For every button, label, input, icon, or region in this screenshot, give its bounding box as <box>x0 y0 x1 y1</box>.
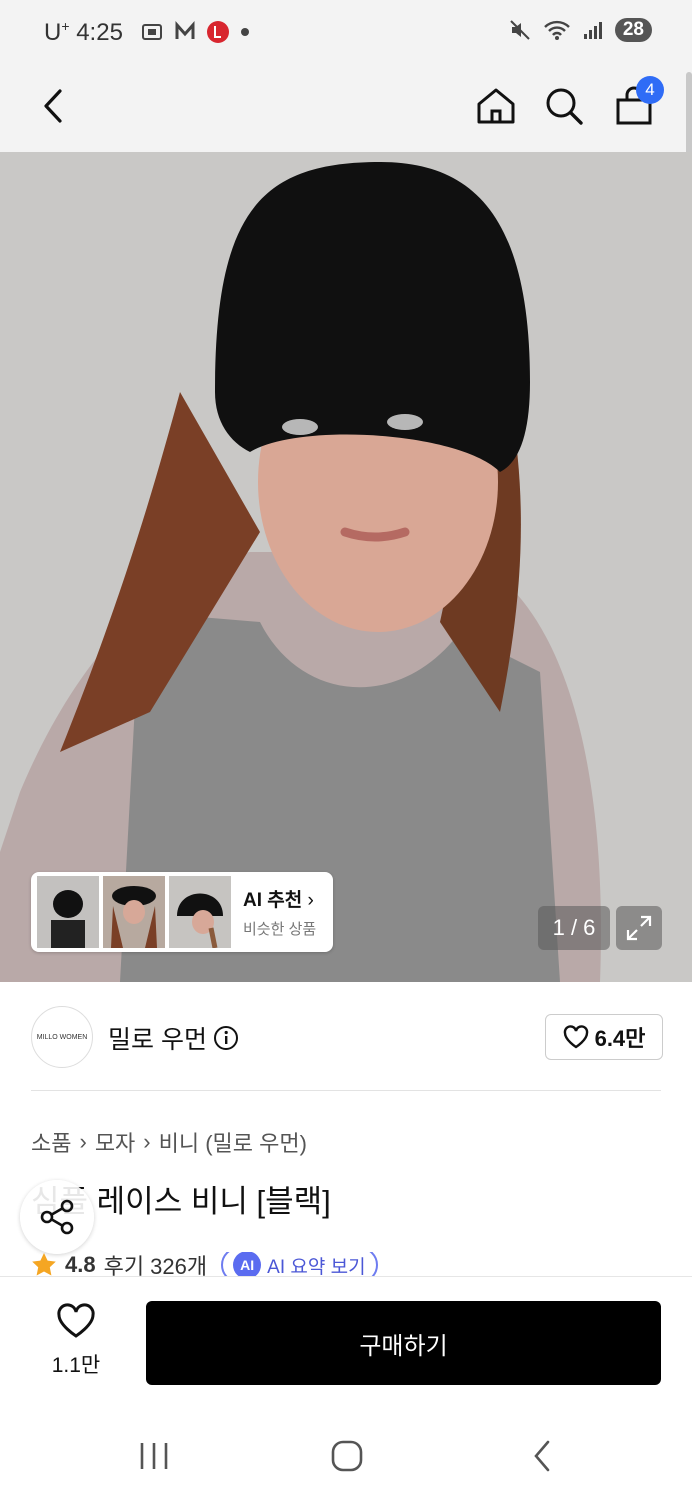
expand-icon <box>626 915 652 941</box>
back-button[interactable] <box>30 82 78 130</box>
product-photo <box>0 152 692 982</box>
brand-logo-text: MILLO WOMEN <box>36 1033 88 1041</box>
chevron-left-icon <box>534 1440 550 1472</box>
breadcrumb-item[interactable]: 모자 <box>95 1126 135 1158</box>
share-icon <box>40 1199 74 1235</box>
dot-icon <box>241 28 249 36</box>
status-right-icons: 28 <box>509 18 652 42</box>
star-icon <box>32 1253 56 1276</box>
status-time: U+ 4:25 <box>44 18 123 47</box>
ai-recommend-title: AI 추천 › <box>243 885 316 912</box>
review-count[interactable]: 후기 326개 <box>104 1252 208 1278</box>
wishlist-button[interactable]: 1.1만 <box>48 1303 104 1379</box>
recent-apps-button[interactable] <box>134 1436 174 1476</box>
brand-link[interactable]: 밀로 우먼 <box>108 1020 239 1056</box>
heart-icon <box>563 1025 588 1049</box>
rating-value: 4.8 <box>65 1252 96 1277</box>
brand-name: 밀로 우먼 <box>108 1026 207 1054</box>
expand-button[interactable] <box>616 906 662 950</box>
cart-count-badge: 4 <box>636 76 664 104</box>
bottom-action-bar: 1.1만 구매하기 <box>0 1276 692 1409</box>
carrier-label: U <box>44 19 62 46</box>
system-nav-bar <box>0 1408 692 1500</box>
home-icon <box>477 88 515 124</box>
cart-button[interactable]: 4 <box>610 76 664 130</box>
divider <box>31 1090 661 1091</box>
breadcrumb-item[interactable]: 소품 <box>31 1126 71 1158</box>
reco-thumb-1[interactable] <box>37 876 99 948</box>
rating-row[interactable]: 4.8 후기 326개 AI AI 요약 보기 <box>31 1252 378 1278</box>
product-image[interactable] <box>0 152 692 982</box>
battery-level: 28 <box>614 18 652 42</box>
reco-thumb-2[interactable] <box>103 876 165 948</box>
home-circle-icon <box>331 1440 363 1472</box>
share-button[interactable] <box>20 1180 94 1254</box>
carrier-sup: + <box>61 18 70 34</box>
recent-apps-icon <box>140 1443 168 1469</box>
search-button[interactable] <box>540 82 588 130</box>
breadcrumb: 소품 › 모자 › 비니 (밀로 우먼) <box>31 1126 307 1158</box>
mute-icon <box>510 20 530 40</box>
clock: 4:25 <box>76 19 123 46</box>
back-nav-button[interactable] <box>522 1436 562 1476</box>
wifi-icon <box>544 20 570 40</box>
status-bar: U+ 4:25 28 <box>0 0 692 68</box>
brand-logo[interactable]: MILLO WOMEN <box>31 1006 93 1068</box>
chevron-left-icon <box>44 89 62 123</box>
image-pager: 1 / 6 <box>538 906 610 950</box>
m-app-icon <box>175 21 195 39</box>
l-app-icon <box>207 21 229 43</box>
chevron-right-icon: › <box>143 1129 151 1154</box>
ai-recommend-card[interactable]: AI 추천 › 비슷한 상품 <box>31 872 333 952</box>
info-icon[interactable] <box>213 1025 239 1051</box>
buy-button[interactable]: 구매하기 <box>146 1301 661 1385</box>
chevron-right-icon: › <box>79 1129 87 1154</box>
screen-record-icon <box>142 24 162 40</box>
wishlist-count: 1.1만 <box>51 1354 101 1377</box>
reco-thumb-3[interactable] <box>169 876 231 948</box>
heart-icon <box>57 1303 95 1338</box>
ai-badge-icon: AI <box>233 1252 262 1278</box>
brand-like-count: 6.4만 <box>594 1026 646 1051</box>
ai-recommend-text: AI 추천 › 비슷한 상품 <box>243 885 316 939</box>
ai-summary-label: AI 요약 보기 <box>267 1256 366 1278</box>
brand-like-button[interactable]: 6.4만 <box>545 1014 663 1060</box>
search-icon <box>546 88 583 125</box>
notification-icons <box>140 20 250 44</box>
home-button[interactable] <box>472 82 520 130</box>
breadcrumb-item[interactable]: 비니 (밀로 우먼) <box>159 1126 307 1158</box>
top-nav: 4 <box>0 68 692 152</box>
chevron-right-icon: › <box>307 890 314 911</box>
ai-recommend-title-text: AI 추천 <box>243 890 303 911</box>
signal-icon <box>583 22 602 39</box>
home-nav-button[interactable] <box>327 1436 367 1476</box>
ai-summary-button[interactable]: AI AI 요약 보기 <box>221 1252 378 1278</box>
ai-recommend-subtitle: 비슷한 상품 <box>243 921 317 938</box>
